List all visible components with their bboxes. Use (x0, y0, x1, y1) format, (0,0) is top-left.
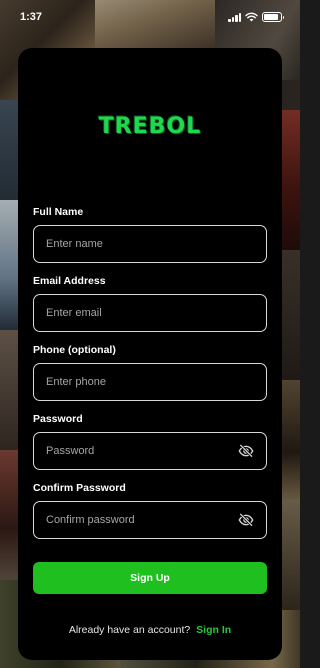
password-label: Password (33, 413, 83, 425)
sign-in-link[interactable]: Sign In (196, 624, 231, 636)
status-bar: 1:37 (0, 0, 300, 34)
full-name-label: Full Name (33, 206, 84, 218)
sign-in-prompt-text: Already have an account? (68, 624, 191, 636)
eye-off-icon[interactable] (238, 443, 254, 459)
password-field-box (33, 432, 267, 470)
battery-icon (262, 12, 284, 22)
confirm-password-label: Confirm Password (33, 482, 126, 494)
email-field-box (33, 294, 267, 332)
phone-input[interactable] (46, 376, 254, 388)
wifi-icon (245, 12, 258, 22)
status-time: 1:37 (20, 11, 43, 23)
full-name-input[interactable] (46, 238, 254, 250)
trebol-logo: TREBOL (98, 114, 202, 139)
signup-card: TREBOL Full Name Email Address Phone (op… (18, 48, 282, 660)
phone-field-box (33, 363, 267, 401)
confirm-password-field-box (33, 501, 267, 539)
full-name-field-box (33, 225, 267, 263)
email-label: Email Address (33, 275, 106, 287)
status-icons (228, 12, 284, 22)
sign-up-button[interactable]: Sign Up (33, 562, 267, 594)
sign-in-prompt: Already have an account? Sign In (18, 624, 282, 636)
cellular-signal-icon (228, 12, 241, 22)
password-input[interactable] (46, 445, 232, 457)
confirm-password-input[interactable] (46, 514, 232, 526)
eye-off-icon[interactable] (238, 512, 254, 528)
email-input[interactable] (46, 307, 254, 319)
phone-label: Phone (optional) (33, 344, 116, 356)
